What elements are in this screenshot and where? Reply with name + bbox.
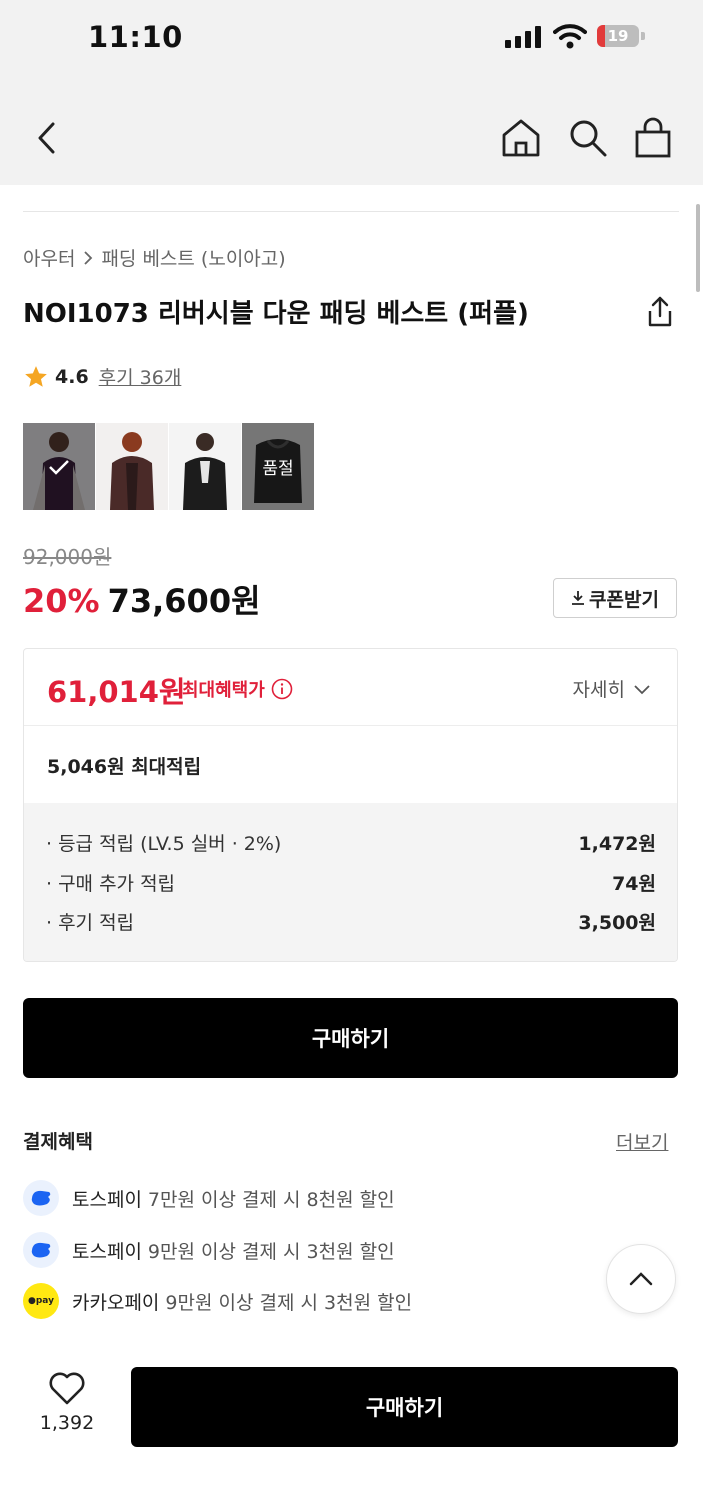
earn-row-label: · 후기 적립 xyxy=(46,912,135,934)
payment-benefit-item: 토스페이 9만원 이상 결제 시 3천원 할인 xyxy=(23,1232,395,1268)
payment-benefits-title: 결제혜택 xyxy=(23,1131,93,1153)
download-icon xyxy=(572,591,585,605)
heart-icon[interactable] xyxy=(48,1370,86,1406)
detail-toggle[interactable]: 자세히 xyxy=(573,675,651,702)
chevron-down-icon xyxy=(634,684,650,694)
chevron-up-icon xyxy=(629,1272,653,1286)
sale-price: 73,600원 xyxy=(107,582,261,620)
breadcrumb-category[interactable]: 아우터 xyxy=(23,244,75,271)
rating-score: 4.6 xyxy=(55,365,89,388)
benefit-box: 61,014원 최대혜택가 자세히 5,046원 최대적립 · 등급 적립 (L… xyxy=(23,648,678,962)
divider xyxy=(23,211,679,212)
info-icon[interactable] xyxy=(271,678,293,700)
earn-row-value: 1,472원 xyxy=(578,833,656,855)
product-title: NOI1073 리버시블 다운 패딩 베스트 (퍼플) xyxy=(23,299,529,329)
max-benefit-label: 최대혜택가 xyxy=(182,676,293,702)
chevron-right-icon xyxy=(84,250,93,265)
status-time: 11:10 xyxy=(88,20,183,54)
scrollbar[interactable] xyxy=(696,204,700,292)
review-count-link[interactable]: 후기 36개 xyxy=(99,363,182,390)
wifi-icon xyxy=(553,24,587,49)
like-count: 1,392 xyxy=(39,1412,95,1434)
benefit-header: 61,014원 최대혜택가 자세히 xyxy=(24,649,677,726)
breadcrumb-subcategory[interactable]: 패딩 베스트 (노이아고) xyxy=(101,244,285,271)
soldout-label: 품절 xyxy=(242,423,314,510)
earn-row-value: 74원 xyxy=(612,873,656,895)
share-icon[interactable] xyxy=(644,295,676,329)
toss-icon xyxy=(23,1180,59,1216)
original-price: 92,000원 xyxy=(23,545,112,569)
earn-row: · 구매 추가 적립 74원 xyxy=(46,869,656,896)
scroll-to-top-button[interactable] xyxy=(606,1244,676,1314)
home-icon[interactable] xyxy=(499,116,543,160)
max-benefit-price: 61,014원 xyxy=(47,675,186,709)
bottom-buy-button[interactable]: 구매하기 xyxy=(131,1367,678,1447)
rating: 4.6 후기 36개 xyxy=(23,363,181,390)
earn-row-value: 3,500원 xyxy=(578,912,656,934)
signal-icon xyxy=(505,24,543,48)
search-icon[interactable] xyxy=(566,116,610,160)
color-option-soldout[interactable]: 품절 xyxy=(242,423,314,510)
star-icon xyxy=(25,365,47,387)
max-benefit-text: 최대혜택가 xyxy=(182,680,265,701)
toss-icon xyxy=(23,1232,59,1268)
max-earn: 5,046원 최대적립 xyxy=(47,756,202,778)
payment-brand: 토스페이 xyxy=(72,1188,142,1211)
kakaopay-icon: ●pay xyxy=(23,1283,59,1319)
battery-cap xyxy=(641,32,645,40)
earn-row-label: · 등급 적립 (LV.5 실버 · 2%) xyxy=(46,833,282,855)
color-option-brown[interactable] xyxy=(96,423,168,510)
color-options: 품절 xyxy=(23,423,314,510)
more-link[interactable]: 더보기 xyxy=(616,1128,668,1155)
payment-brand: 카카오페이 xyxy=(72,1291,160,1314)
detail-label: 자세히 xyxy=(572,679,625,701)
sale-price-line: 20% 73,600원 xyxy=(23,576,261,622)
color-option-black[interactable] xyxy=(169,423,241,510)
payment-desc: 7만원 이상 결제 시 8천원 할인 xyxy=(147,1188,395,1211)
earn-breakdown: · 등급 적립 (LV.5 실버 · 2%) 1,472원 · 구매 추가 적립… xyxy=(24,803,677,961)
buy-button[interactable]: 구매하기 xyxy=(23,998,678,1078)
payment-brand: 토스페이 xyxy=(72,1240,142,1263)
payment-desc: 9만원 이상 결제 시 3천원 할인 xyxy=(165,1291,413,1314)
payment-benefit-item: ●pay 카카오페이 9만원 이상 결제 시 3천원 할인 xyxy=(23,1283,412,1319)
battery-icon: 19 xyxy=(597,25,639,47)
earn-row: · 등급 적립 (LV.5 실버 · 2%) 1,472원 xyxy=(46,829,656,856)
discount-rate: 20% xyxy=(23,582,100,620)
coupon-label: 쿠폰받기 xyxy=(589,588,659,611)
earn-row-label: · 구매 추가 적립 xyxy=(46,873,176,895)
coupon-button[interactable]: 쿠폰받기 xyxy=(553,578,677,618)
battery-level: 19 xyxy=(607,27,629,45)
check-icon xyxy=(23,423,95,510)
payment-benefit-item: 토스페이 7만원 이상 결제 시 8천원 할인 xyxy=(23,1180,395,1216)
earn-row: · 후기 적립 3,500원 xyxy=(46,908,656,935)
payment-desc: 9만원 이상 결제 시 3천원 할인 xyxy=(147,1240,395,1263)
breadcrumb: 아우터 패딩 베스트 (노이아고) xyxy=(23,244,286,271)
color-option-purple[interactable] xyxy=(23,423,95,510)
shopping-bag-icon[interactable] xyxy=(631,116,675,160)
back-button[interactable] xyxy=(26,116,70,160)
